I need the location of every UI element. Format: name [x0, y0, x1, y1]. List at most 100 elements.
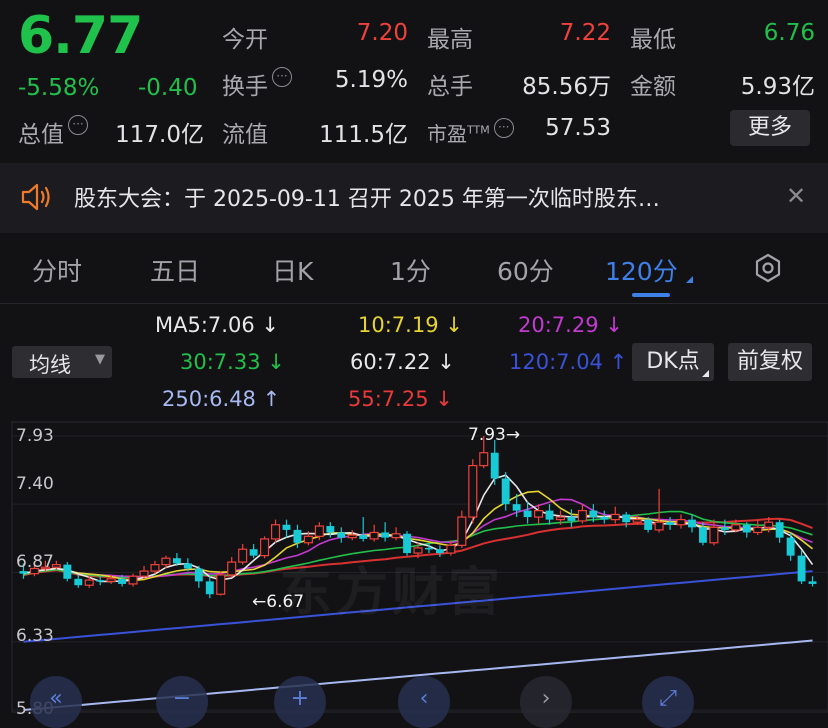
candle-body — [172, 558, 181, 564]
candle-body — [128, 575, 138, 585]
tab-dropdown-icon — [686, 276, 693, 283]
candle-body — [555, 516, 566, 521]
open-value: 7.20 — [356, 20, 408, 46]
candle-body — [567, 517, 576, 521]
candle-body — [303, 535, 313, 544]
candle-body — [106, 578, 116, 582]
tab-five-day[interactable]: 五日 — [150, 252, 200, 288]
ma60-value: 60:7.22 ↓ — [350, 350, 455, 374]
candle-body — [523, 510, 532, 518]
fullscreen-icon[interactable]: ⤢ — [642, 676, 694, 728]
tab-intraday[interactable]: 分时 — [32, 252, 82, 288]
dk-point-label: DK点 — [646, 349, 700, 374]
candle-body — [479, 452, 489, 467]
amount-value: 5.93亿 — [740, 74, 815, 100]
turnover-label: 换手 ··· — [222, 67, 292, 101]
candle-body — [205, 581, 214, 595]
ma5-value: MA5:7.06 ↓ — [155, 313, 279, 337]
candle-body — [347, 534, 357, 539]
settings-icon[interactable] — [752, 252, 784, 288]
ma20-value: 20:7.29 ↓ — [518, 313, 623, 337]
more-button[interactable]: 更多 — [730, 110, 810, 146]
candle-body — [161, 557, 171, 566]
y-tick-label: 6.33 — [16, 626, 54, 646]
candle-body — [381, 532, 390, 538]
candle-body — [764, 521, 774, 528]
candle-body — [260, 538, 270, 557]
last-price: 6.77 — [18, 6, 143, 66]
y-tick-label: 7.40 — [16, 474, 54, 494]
candle-body — [96, 580, 105, 582]
divider — [0, 303, 828, 304]
candle-body — [534, 510, 544, 518]
volume-label: 总手 — [427, 74, 473, 100]
candle-body — [676, 519, 686, 526]
candle-body — [632, 519, 642, 523]
candle-body — [216, 574, 226, 595]
notice-text[interactable]: 股东大会：于 2025-09-11 召开 2025 年第一次临时股东… — [74, 181, 660, 213]
candle-body — [731, 524, 741, 531]
turnover-value: 5.19% — [334, 67, 408, 93]
candle-body — [468, 464, 478, 518]
high-value: 7.22 — [559, 20, 611, 46]
candle-body — [644, 519, 653, 530]
candle-body — [610, 513, 620, 521]
price-adjust-button[interactable]: 前复权 — [728, 343, 812, 381]
candle-body — [457, 516, 467, 546]
float-cap-label: 流值 — [222, 122, 268, 148]
candle-body — [74, 578, 83, 586]
close-icon[interactable]: ✕ — [786, 182, 806, 210]
mktcap-label: 总值 ··· — [18, 115, 88, 149]
candle-body — [337, 532, 346, 538]
change-percent: -5.58% — [18, 75, 100, 101]
candle-body — [150, 564, 160, 572]
candle-body — [589, 510, 598, 518]
active-tab-indicator — [632, 293, 670, 297]
y-tick-label: 7.93 — [16, 426, 54, 446]
candle-body — [139, 570, 149, 577]
candle-body — [775, 522, 784, 538]
amount-label: 金额 — [630, 74, 676, 100]
info-icon[interactable]: ··· — [272, 67, 292, 87]
zoom-in-button[interactable]: + — [274, 676, 326, 728]
tab-daily-k[interactable]: 日K — [272, 252, 313, 288]
candle-body — [270, 524, 281, 540]
candle-body — [688, 519, 696, 528]
indicator-select[interactable]: 均线 ▼ — [12, 346, 112, 378]
tab-60min[interactable]: 60分 — [497, 252, 554, 288]
indicator-select-label: 均线 — [29, 353, 71, 377]
candle-body — [194, 568, 203, 582]
tab-120min[interactable]: 120分 — [605, 252, 678, 288]
candle-body — [326, 526, 335, 533]
info-icon[interactable]: ··· — [68, 115, 88, 135]
ma55-value: 55:7.25 ↓ — [348, 387, 453, 411]
zoom-out-button[interactable]: − — [156, 676, 208, 728]
dk-point-button[interactable]: DK点 — [632, 343, 714, 381]
scroll-left-button[interactable]: ‹ — [398, 676, 450, 728]
candle-body — [359, 535, 368, 539]
candle-body — [490, 452, 499, 479]
candle-body — [600, 517, 609, 520]
scroll-far-left-button[interactable]: « — [30, 676, 82, 728]
candle-body — [753, 526, 763, 534]
corner-triangle-icon — [702, 370, 709, 377]
candle-body — [238, 548, 248, 563]
float-cap-value: 111.5亿 — [319, 122, 408, 148]
candle-body — [293, 529, 302, 543]
candle-body — [369, 531, 379, 540]
candle-body — [666, 522, 674, 525]
tab-1min[interactable]: 1分 — [390, 252, 431, 288]
ma250-value: 250:6.48 ↑ — [162, 387, 281, 411]
candle-body — [709, 526, 719, 544]
scroll-right-button[interactable]: › — [520, 676, 572, 728]
ma30-value: 30:7.33 ↓ — [180, 350, 285, 374]
open-label: 今开 — [222, 27, 268, 53]
candle-body — [391, 533, 401, 539]
high-label: 最高 — [427, 27, 473, 53]
change-amount: -0.40 — [138, 75, 198, 101]
candle-body — [118, 578, 127, 584]
mktcap-value: 117.0亿 — [115, 122, 204, 148]
candle-body — [654, 521, 664, 531]
candle-body — [742, 524, 751, 533]
candle-body — [282, 524, 291, 530]
